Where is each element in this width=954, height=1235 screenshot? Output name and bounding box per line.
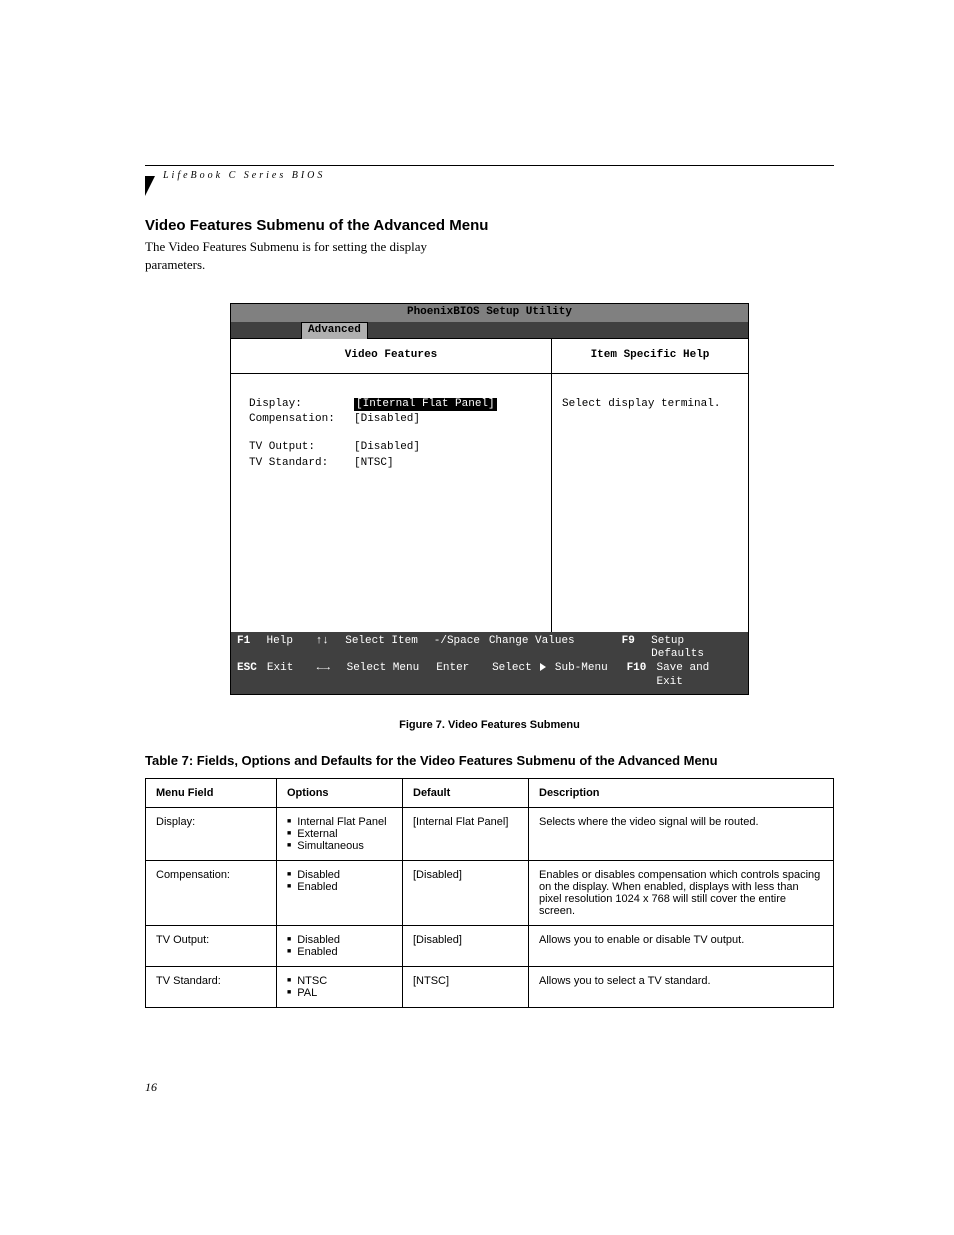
option-item: Disabled [287, 934, 392, 946]
bios-tabbar: Advanced [231, 322, 748, 338]
bios-footer: F1 Help ↑↓ Select Item -/Space Change Va… [231, 632, 748, 694]
option-item: PAL [287, 987, 392, 999]
option-item: External [287, 828, 392, 840]
table-row: TV Output:DisabledEnabled[Disabled]Allow… [146, 925, 834, 966]
cell-description: Enables or disables compensation which c… [529, 860, 834, 925]
key-leftright: ←→ [317, 662, 347, 690]
table-title: Table 7: Fields, Options and Defaults fo… [145, 753, 834, 768]
table-row: Compensation:DisabledEnabled[Disabled]En… [146, 860, 834, 925]
cell-default: [Disabled] [403, 925, 529, 966]
key-space: -/Space [434, 635, 489, 663]
bios-field-tvoutput[interactable]: TV Output: [Disabled] [249, 441, 539, 455]
key-enter: Enter [436, 662, 492, 690]
tab-advanced[interactable]: Advanced [301, 322, 368, 339]
bios-field-compensation[interactable]: Compensation: [Disabled] [249, 413, 539, 427]
cell-menu-field: Compensation: [146, 860, 277, 925]
field-label: Display: [249, 398, 354, 412]
field-label: TV Output: [249, 441, 354, 455]
spec-table: Menu Field Options Default Description D… [145, 778, 834, 1008]
table-row: TV Standard:NTSCPAL[NTSC]Allows you to s… [146, 966, 834, 1007]
cell-options: DisabledEnabled [277, 860, 403, 925]
cell-menu-field: Display: [146, 808, 277, 861]
cell-options: NTSCPAL [277, 966, 403, 1007]
option-item: Disabled [287, 869, 392, 881]
section-intro: The Video Features Submenu is for settin… [145, 238, 465, 273]
field-value[interactable]: [NTSC] [354, 457, 394, 471]
cell-options: DisabledEnabled [277, 925, 403, 966]
key-change-values-label: Change Values [489, 635, 622, 663]
key-f9: F9 [622, 635, 652, 663]
key-select-menu-label: Select Menu [347, 662, 437, 690]
cell-options: Internal Flat PanelExternalSimultaneous [277, 808, 403, 861]
cell-default: [NTSC] [403, 966, 529, 1007]
option-item: Enabled [287, 946, 392, 958]
key-exit-label: Exit [267, 662, 317, 690]
th-description: Description [529, 778, 834, 807]
key-select-item-label: Select Item [345, 635, 434, 663]
bios-field-tvstandard[interactable]: TV Standard: [NTSC] [249, 457, 539, 471]
table-row: Display:Internal Flat PanelExternalSimul… [146, 808, 834, 861]
field-label: TV Standard: [249, 457, 354, 471]
th-options: Options [277, 778, 403, 807]
field-value[interactable]: [Disabled] [354, 441, 420, 455]
field-value[interactable]: [Disabled] [354, 413, 420, 427]
figure-caption: Figure 7. Video Features Submenu [145, 719, 834, 731]
section-title: Video Features Submenu of the Advanced M… [145, 217, 834, 234]
cell-description: Allows you to select a TV standard. [529, 966, 834, 1007]
key-updown: ↑↓ [316, 635, 346, 663]
th-menu-field: Menu Field [146, 778, 277, 807]
cell-description: Selects where the video signal will be r… [529, 808, 834, 861]
field-label: Compensation: [249, 413, 354, 427]
cell-menu-field: TV Standard: [146, 966, 277, 1007]
bios-help-text: Select display terminal. [552, 374, 748, 632]
key-help-label: Help [267, 635, 316, 663]
cell-menu-field: TV Output: [146, 925, 277, 966]
key-setup-defaults-label: Setup Defaults [651, 635, 742, 663]
bios-left-header: Video Features [231, 339, 551, 374]
bios-field-display[interactable]: Display: [Internal Flat Panel] [249, 398, 539, 412]
key-select-submenu-label: Select Sub-MenuSelect Sub-Menu [492, 662, 627, 690]
option-item: Simultaneous [287, 840, 392, 852]
option-item: Enabled [287, 881, 392, 893]
cell-description: Allows you to enable or disable TV outpu… [529, 925, 834, 966]
header-flag-icon [145, 176, 155, 196]
cell-default: [Disabled] [403, 860, 529, 925]
key-f1: F1 [237, 635, 267, 663]
cell-default: [Internal Flat Panel] [403, 808, 529, 861]
field-value[interactable]: [Internal Flat Panel] [354, 398, 497, 412]
option-item: NTSC [287, 975, 392, 987]
bios-title: PhoenixBIOS Setup Utility [231, 304, 748, 322]
key-save-exit-label: Save and Exit [656, 662, 742, 690]
option-item: Internal Flat Panel [287, 816, 392, 828]
key-esc: ESC [237, 662, 267, 690]
th-default: Default [403, 778, 529, 807]
running-head: LifeBook C Series BIOS [145, 170, 834, 181]
bios-window: PhoenixBIOS Setup Utility Advanced Video… [230, 303, 749, 695]
bios-right-header: Item Specific Help [552, 339, 748, 374]
key-f10: F10 [627, 662, 657, 690]
page-number: 16 [145, 1080, 157, 1095]
triangle-right-icon [540, 663, 546, 671]
